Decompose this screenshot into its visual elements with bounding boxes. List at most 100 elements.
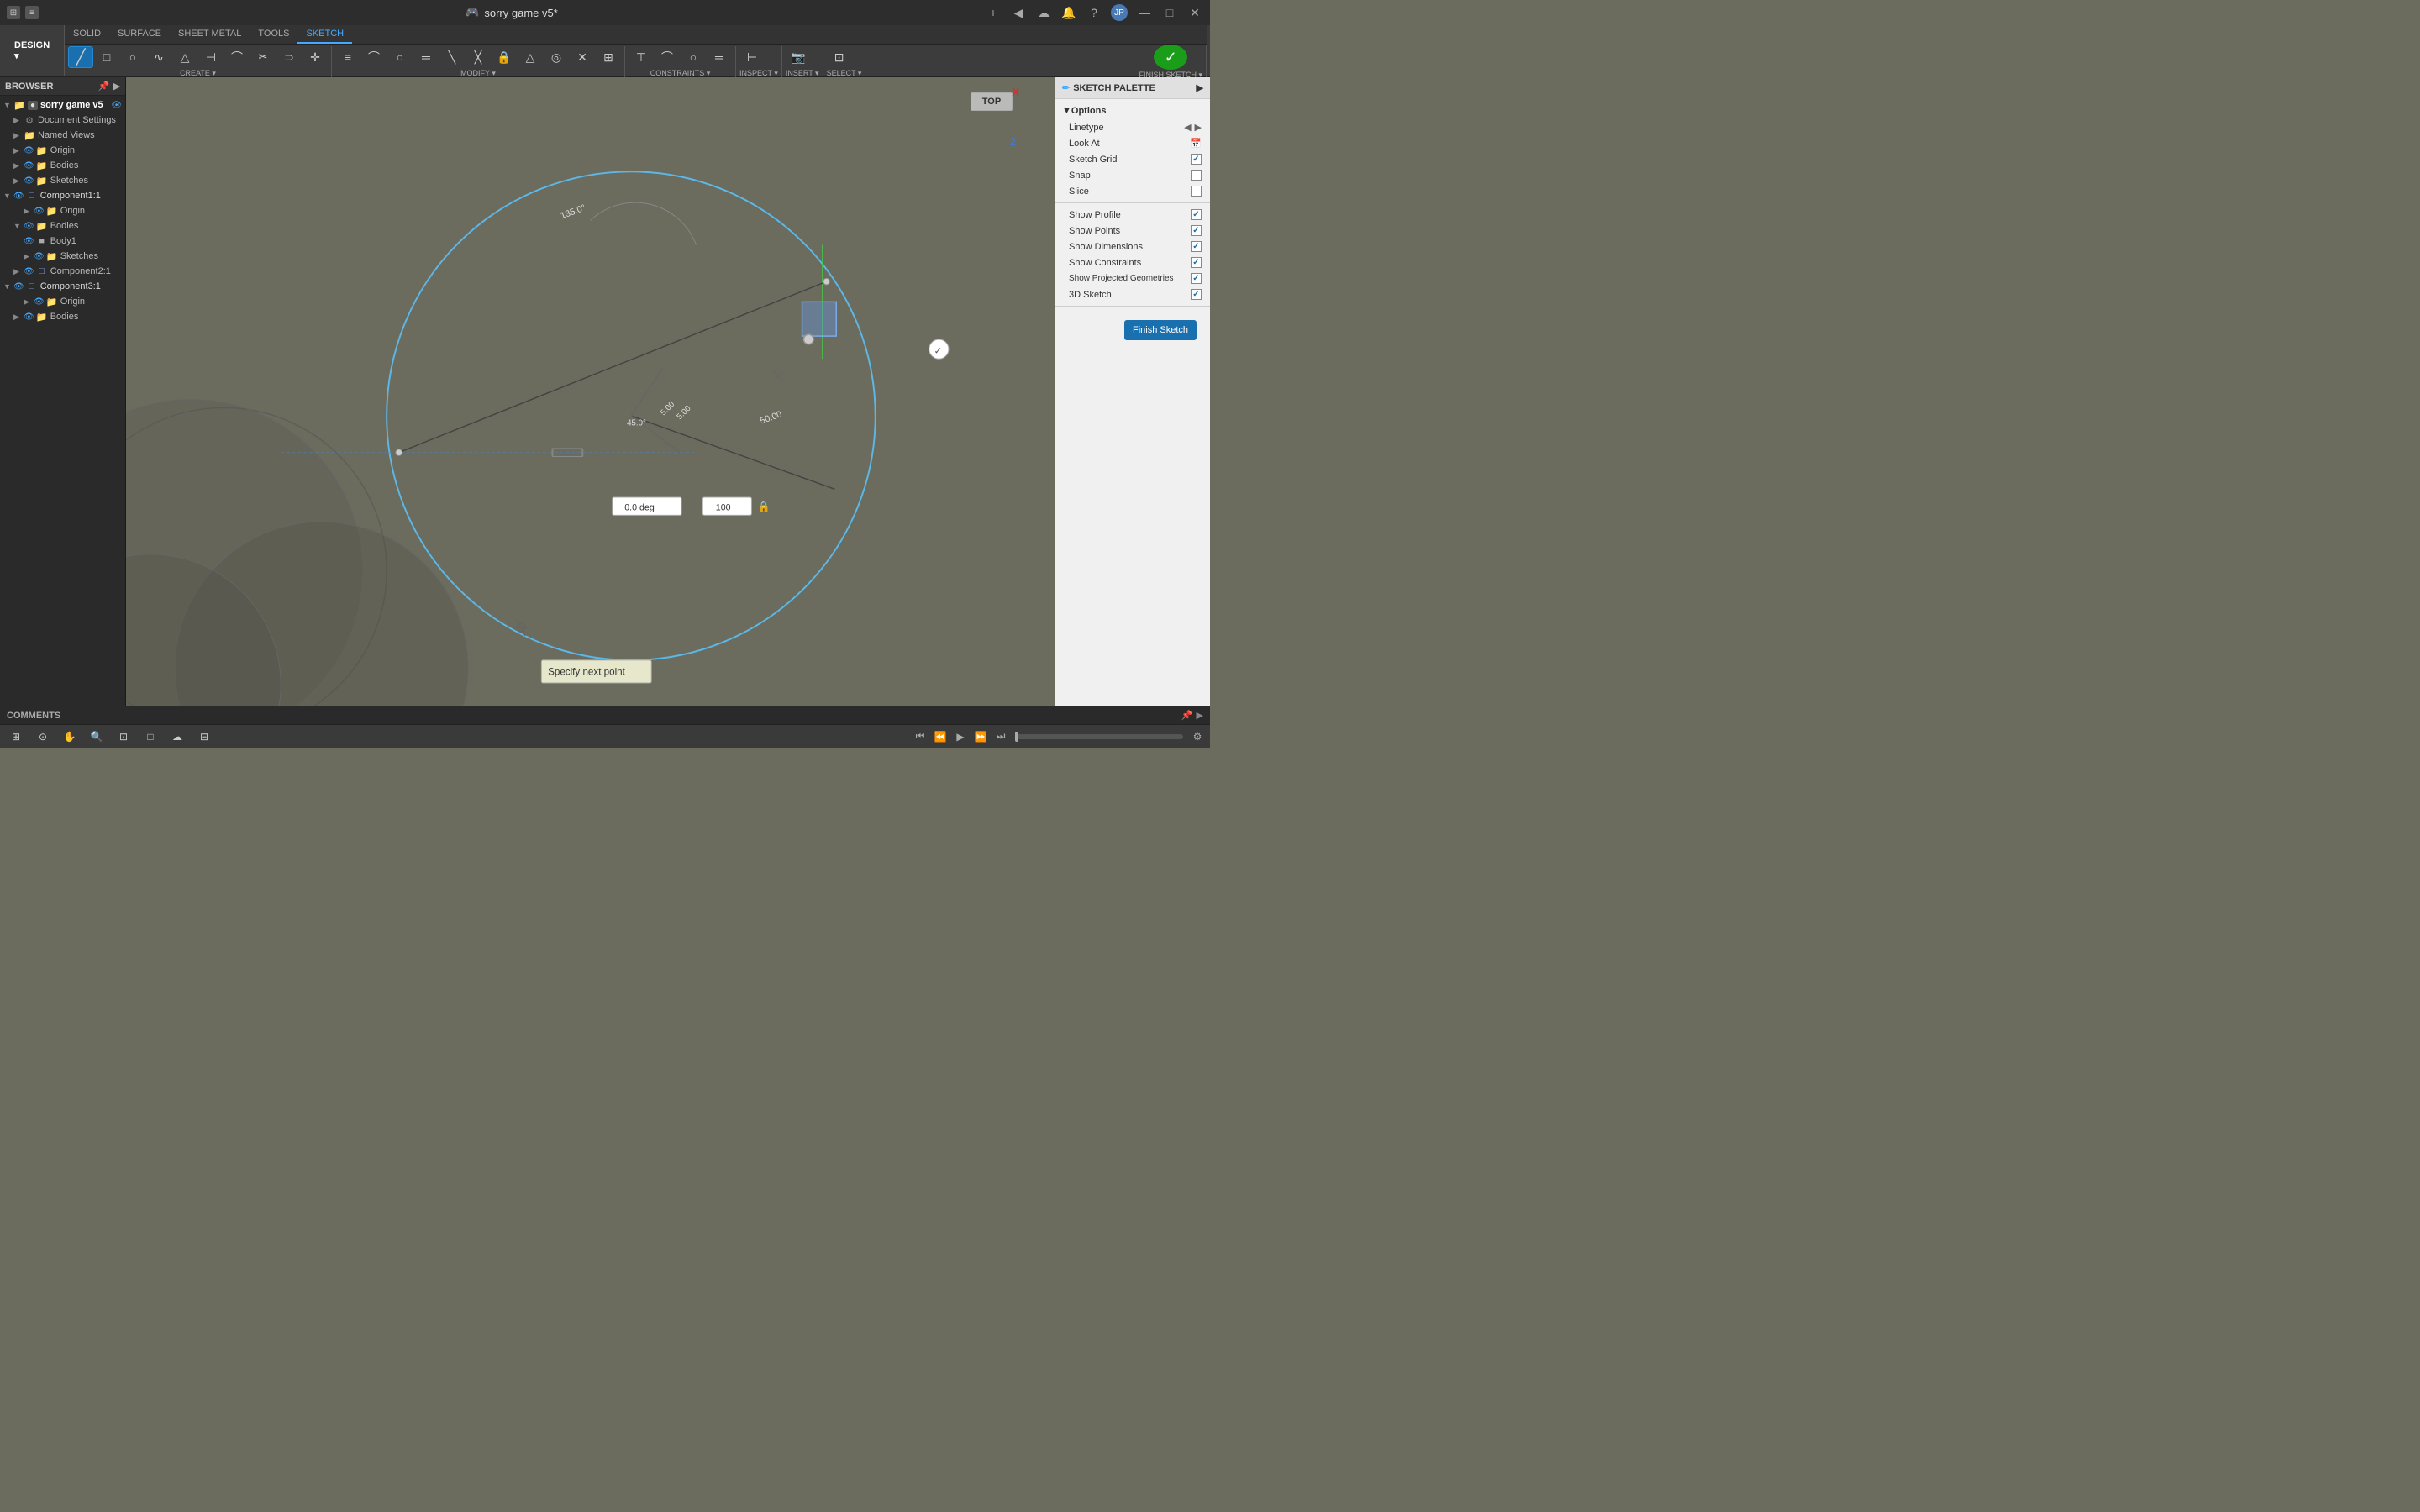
modify-tool-10[interactable]: ✕	[570, 46, 595, 68]
options-section-header[interactable]: ▼ Options	[1055, 102, 1210, 119]
tree-root[interactable]: ▼ 📁 ● sorry game v5 👁	[0, 97, 125, 113]
rectangle-tool[interactable]: □	[94, 46, 119, 68]
minimize-button[interactable]: —	[1136, 4, 1153, 21]
cloud-icon[interactable]: ☁	[1035, 4, 1052, 21]
constraint-tool-2[interactable]: ⌒	[655, 46, 680, 68]
timeline-bar[interactable]	[1015, 734, 1183, 739]
file-menu-icon[interactable]: ≡	[25, 6, 39, 19]
tab-sheet-metal[interactable]: SHEET METAL	[170, 25, 250, 44]
tree-comp1-origin[interactable]: ▶ 👁 📁 Origin	[0, 203, 125, 218]
grid-display-button[interactable]: ⊞	[3, 726, 29, 748]
tree-component1[interactable]: ▼ 👁 □ Component1:1	[0, 188, 125, 203]
zoom-button[interactable]: 🔍	[84, 726, 109, 748]
show-projected-checkbox[interactable]	[1191, 273, 1202, 284]
orbit-button[interactable]: ⊙	[30, 726, 55, 748]
comp3-origin-eye[interactable]: 👁	[34, 297, 45, 307]
insert-image-tool[interactable]: 📷	[786, 46, 811, 68]
finish-sketch-palette-button[interactable]: Finish Sketch	[1124, 320, 1197, 340]
look-at-control[interactable]: 📅	[1190, 138, 1202, 149]
show-constraints-checkbox[interactable]	[1191, 257, 1202, 268]
modify-tool-8[interactable]: △	[518, 46, 543, 68]
root-eye-icon[interactable]: 👁	[111, 101, 122, 110]
inspect-tool[interactable]: ⊢	[739, 46, 765, 68]
sketches-1-eye[interactable]: 👁	[24, 176, 34, 186]
sketch-grid-checkbox[interactable]	[1191, 154, 1202, 165]
visual-style-button[interactable]: □	[138, 726, 163, 748]
tree-bodies-1[interactable]: ▶ 👁 📁 Bodies	[0, 158, 125, 173]
browser-expand-icon[interactable]: ▶	[113, 81, 120, 92]
show-dimensions-checkbox[interactable]	[1191, 241, 1202, 252]
close-button[interactable]: ✕	[1186, 4, 1203, 21]
tab-solid[interactable]: SOLID	[65, 25, 109, 44]
design-menu-button[interactable]: DESIGN ▾	[8, 40, 59, 62]
show-profile-checkbox[interactable]	[1191, 209, 1202, 220]
constraint-tool-3[interactable]: ○	[681, 46, 706, 68]
browser-pin-icon[interactable]: 📌	[98, 81, 110, 92]
comp1-origin-eye[interactable]: 👁	[34, 207, 45, 216]
navigate-back-icon[interactable]: ◀	[1010, 4, 1027, 21]
user-avatar[interactable]: JP	[1111, 4, 1128, 21]
offset-tool[interactable]: ⊃	[276, 46, 302, 68]
arc-tool[interactable]: ∿	[146, 46, 171, 68]
slot-tool[interactable]: ⊣	[198, 46, 224, 68]
tree-doc-settings[interactable]: ▶ ⚙ Document Settings	[0, 113, 125, 128]
body1-eye[interactable]: 👁	[24, 237, 34, 246]
anim-last-button[interactable]: ⏭	[992, 727, 1010, 746]
snap-checkbox[interactable]	[1191, 170, 1202, 181]
help-icon[interactable]: ?	[1086, 4, 1102, 21]
lock-tool[interactable]: 🔒	[492, 46, 517, 68]
modify-tool-9[interactable]: ◎	[544, 46, 569, 68]
constraint-tool-4[interactable]: ═	[707, 46, 732, 68]
palette-expand-icon[interactable]: ▶	[1197, 82, 1203, 93]
tab-surface[interactable]: SURFACE	[109, 25, 170, 44]
tree-comp3-origin[interactable]: ▶ 👁 📁 Origin	[0, 294, 125, 309]
viewport[interactable]: ✓ 135.0° 45.0° 5.00 5.00 50.00 Specify n…	[126, 77, 1055, 706]
comments-expand-icon[interactable]: ▶	[1197, 710, 1203, 721]
finish-sketch-check[interactable]: ✓	[1154, 45, 1187, 70]
tree-comp1-bodies[interactable]: ▼ 👁 📁 Bodies	[0, 218, 125, 234]
comp1-eye[interactable]: 👁	[13, 192, 24, 201]
comp3-bodies-eye[interactable]: 👁	[24, 312, 34, 322]
origin-1-eye[interactable]: 👁	[24, 146, 34, 155]
anim-prev-button[interactable]: ⏪	[931, 727, 950, 746]
notification-icon[interactable]: 🔔	[1060, 4, 1077, 21]
comp1-bodies-eye[interactable]: 👁	[24, 222, 34, 231]
settings-icon[interactable]: ⚙	[1188, 727, 1207, 746]
line-tool[interactable]: ╱	[68, 46, 93, 68]
comp1-sketches-eye[interactable]: 👁	[34, 252, 45, 261]
linetype-prev-icon[interactable]: ◀	[1184, 122, 1191, 133]
bodies-1-eye[interactable]: 👁	[24, 161, 34, 171]
modify-tool-4[interactable]: ═	[413, 46, 439, 68]
timeline-handle[interactable]	[1015, 732, 1018, 742]
tab-sketch[interactable]: SKETCH	[297, 25, 352, 44]
grid-display2-button[interactable]: ⊟	[192, 726, 217, 748]
env-button[interactable]: ☁	[165, 726, 190, 748]
anim-first-button[interactable]: ⏮	[911, 727, 929, 746]
comments-pin-icon[interactable]: 📌	[1181, 710, 1193, 721]
tree-origin-1[interactable]: ▶ 👁 📁 Origin	[0, 143, 125, 158]
modify-tool-2[interactable]: ⌒	[361, 46, 387, 68]
comp3-eye[interactable]: 👁	[13, 282, 24, 291]
polygon-tool[interactable]: △	[172, 46, 197, 68]
comp2-eye[interactable]: 👁	[24, 267, 34, 276]
tree-comp1-sketches[interactable]: ▶ 👁 📁 Sketches	[0, 249, 125, 264]
tree-component2[interactable]: ▶ 👁 □ Component2:1	[0, 264, 125, 279]
pan-button[interactable]: ✋	[57, 726, 82, 748]
modify-tool-11[interactable]: ⊞	[596, 46, 621, 68]
tab-tools[interactable]: TOOLS	[250, 25, 297, 44]
select-tool[interactable]: ⊡	[827, 46, 852, 68]
linetype-control[interactable]: ◀ ▶	[1184, 122, 1202, 133]
anim-next-button[interactable]: ⏩	[971, 727, 990, 746]
add-tab-button[interactable]: +	[985, 4, 1002, 21]
mirror-tool[interactable]: ✛	[302, 46, 328, 68]
trim-tool[interactable]: ✂	[250, 46, 276, 68]
modify-tool-1[interactable]: ≡	[335, 46, 360, 68]
constraint-tool-1[interactable]: ⊤	[629, 46, 654, 68]
view-cube[interactable]: TOP X 2	[971, 92, 1013, 134]
modify-tool-6[interactable]: ╳	[466, 46, 491, 68]
fillet-tool[interactable]: ⌒	[224, 46, 250, 68]
circle-tool[interactable]: ○	[120, 46, 145, 68]
tree-named-views[interactable]: ▶ 📁 Named Views	[0, 128, 125, 143]
tree-comp3-bodies[interactable]: ▶ 👁 📁 Bodies	[0, 309, 125, 324]
show-points-checkbox[interactable]	[1191, 225, 1202, 236]
